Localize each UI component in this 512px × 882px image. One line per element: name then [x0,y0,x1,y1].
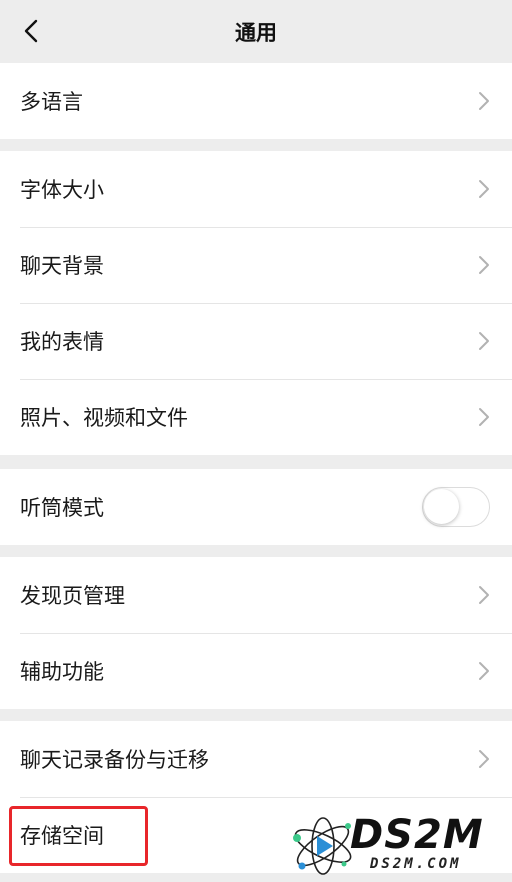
settings-item-label: 照片、视频和文件 [20,406,188,430]
settings-group-display: 字体大小 聊天背景 我的表情 照片、视频和文件 [0,151,512,455]
chevron-right-icon [479,180,489,198]
settings-item-font-size[interactable]: 字体大小 [0,151,512,227]
settings-item-label: 辅助功能 [20,660,104,684]
settings-item-language[interactable]: 多语言 [0,63,512,139]
atom-logo-icon [293,817,352,875]
settings-item-label: 多语言 [20,90,83,114]
page-title: 通用 [235,20,277,45]
watermark-domain: DS2M.COM [370,856,462,872]
settings-item-earpiece-mode: 听筒模式 [0,469,512,545]
chevron-right-icon [479,586,489,604]
back-button[interactable] [14,14,48,48]
settings-item-label: 聊天记录备份与迁移 [20,748,209,772]
settings-item-photos-videos-files[interactable]: 照片、视频和文件 [0,379,512,455]
settings-item-my-stickers[interactable]: 我的表情 [0,303,512,379]
settings-item-label: 字体大小 [20,178,104,202]
settings-item-label: 听筒模式 [20,496,104,520]
settings-item-chat-background[interactable]: 聊天背景 [0,227,512,303]
settings-group-language: 多语言 [0,63,512,139]
settings-group-earpiece: 听筒模式 [0,469,512,545]
settings-item-label: 我的表情 [20,330,104,354]
settings-group-discover: 发现页管理 辅助功能 [0,557,512,709]
watermark-logo: DS2M DS2M.COM [288,812,508,880]
chevron-left-icon [24,19,38,43]
toggle-knob [424,489,459,524]
chevron-right-icon [479,750,489,768]
chevron-right-icon [479,662,489,680]
settings-item-discover-management[interactable]: 发现页管理 [0,557,512,633]
chevron-right-icon [479,332,489,350]
chevron-right-icon [479,408,489,426]
watermark-brand: DS2M [350,812,484,858]
settings-item-label: 聊天背景 [20,254,104,278]
settings-item-label: 存储空间 [20,824,104,848]
chevron-right-icon [479,92,489,110]
settings-item-label: 发现页管理 [20,584,125,608]
navigation-bar: 通用 [0,0,512,63]
settings-item-accessibility[interactable]: 辅助功能 [0,633,512,709]
settings-item-chat-backup-migration[interactable]: 聊天记录备份与迁移 [0,721,512,797]
earpiece-mode-toggle[interactable] [422,487,490,527]
chevron-right-icon [479,256,489,274]
